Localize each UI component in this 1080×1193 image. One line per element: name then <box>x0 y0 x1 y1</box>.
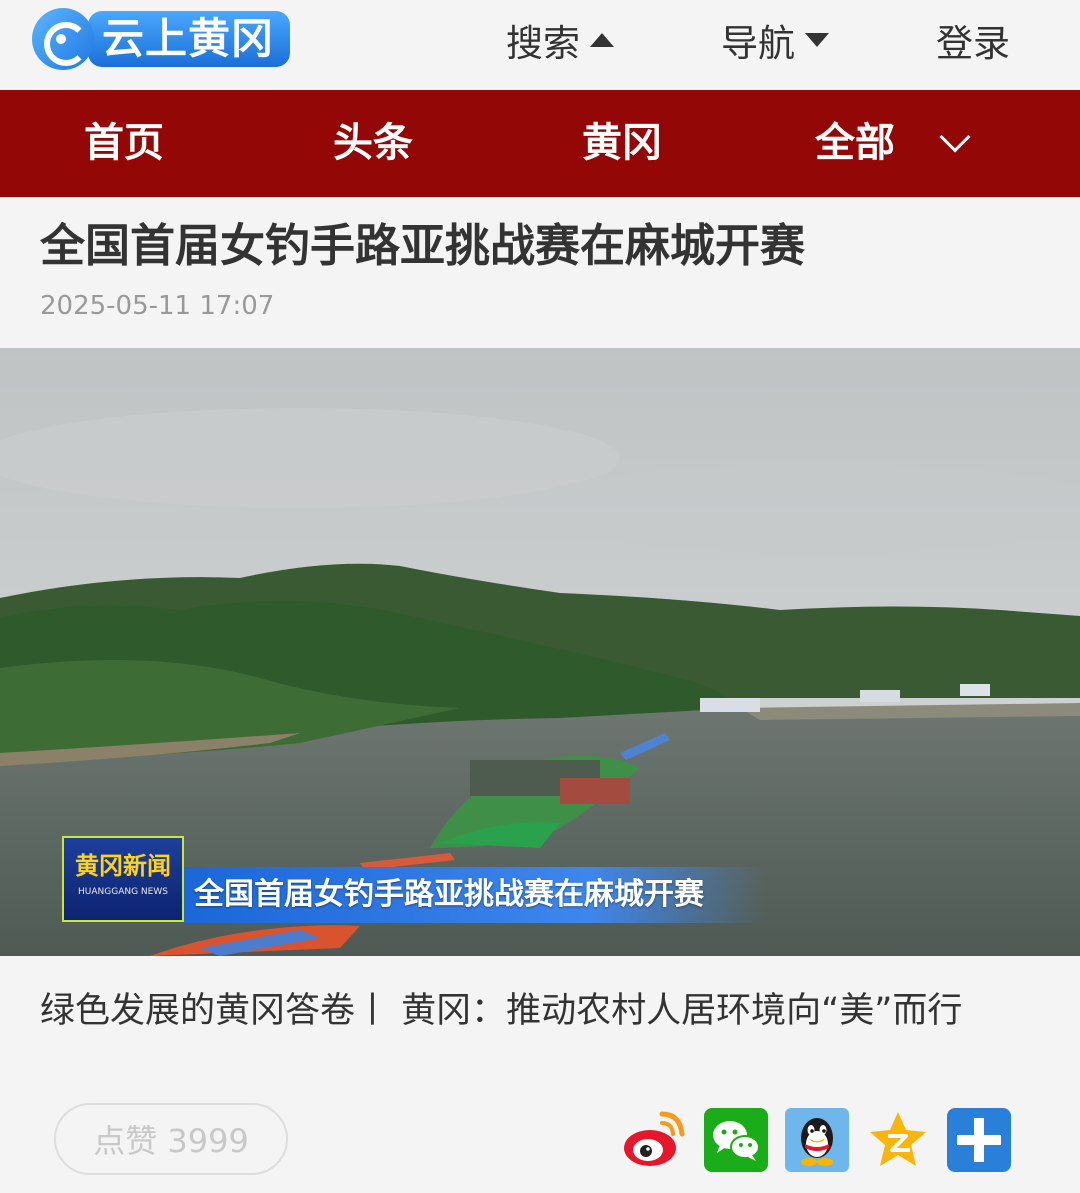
triangle-down-icon <box>805 33 829 47</box>
news-logo-title: 黄冈新闻 <box>75 852 171 880</box>
article-image: 黄冈新闻 HUANGGANG NEWS 全国首届女钓手路亚挑战赛在麻城开赛 <box>0 348 1080 956</box>
triangle-up-icon <box>590 33 614 47</box>
nav-tab-headlines[interactable]: 头条 <box>333 90 413 197</box>
article-date: 2025-05-11 17:07 <box>40 291 275 321</box>
qzone-icon[interactable] <box>866 1108 930 1172</box>
channel-nav: 首页 头条 黄冈 全部 <box>0 90 1080 197</box>
nav-tab-huanggang[interactable]: 黄冈 <box>582 90 662 197</box>
weibo-icon[interactable] <box>622 1108 686 1172</box>
nav-menu-label: 导航 <box>721 22 795 65</box>
search-button[interactable]: 搜索 <box>506 12 614 68</box>
login-link[interactable]: 登录 <box>936 12 1010 68</box>
article-title: 全国首届女钓手路亚挑战赛在麻城开赛 <box>40 219 806 272</box>
plus-icon[interactable] <box>947 1108 1011 1172</box>
related-article-link[interactable]: 绿色发展的黄冈答卷丨 黄冈：推动农村人居环境向“美”而行 <box>40 984 962 1038</box>
site-logo[interactable]: 云上黄冈 <box>32 8 310 70</box>
wechat-icon[interactable] <box>704 1108 768 1172</box>
logo-text: 云上黄冈 <box>88 11 291 67</box>
news-channel-logo: 黄冈新闻 HUANGGANG NEWS <box>62 836 184 922</box>
chevron-down-icon[interactable] <box>939 121 971 153</box>
nav-tab-home[interactable]: 首页 <box>84 90 164 197</box>
video-caption-text: 全国首届女钓手路亚挑战赛在麻城开赛 <box>194 877 704 912</box>
like-button[interactable]: 点赞 3999 <box>54 1103 288 1175</box>
qq-icon[interactable] <box>785 1108 849 1172</box>
nav-menu-button[interactable]: 导航 <box>721 12 829 68</box>
search-label: 搜索 <box>506 22 580 65</box>
top-bar: 云上黄冈 搜索 导航 登录 <box>0 0 1080 90</box>
logo-swirl-icon <box>32 8 94 70</box>
nav-tab-all[interactable]: 全部 <box>815 90 895 197</box>
news-logo-subtitle: HUANGGANG NEWS <box>78 887 168 897</box>
